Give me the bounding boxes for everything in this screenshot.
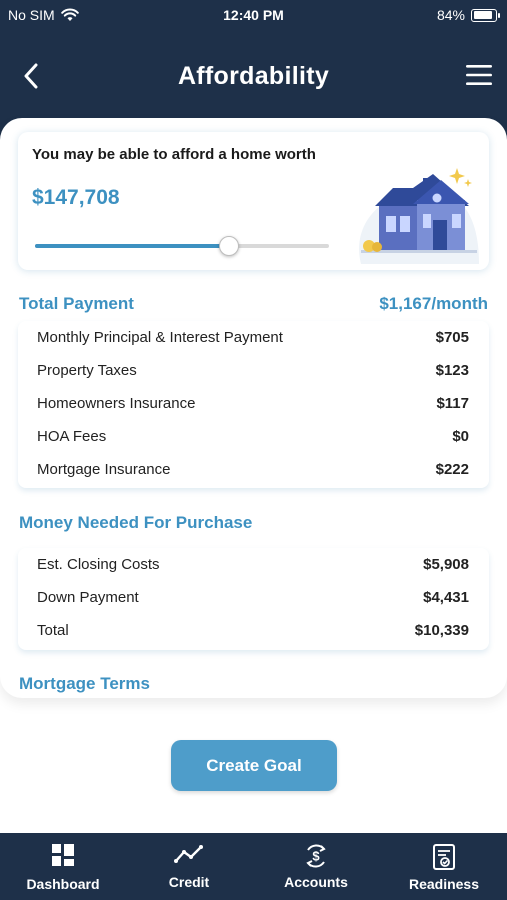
accounts-dollar-icon: $ bbox=[306, 844, 326, 868]
row-label: Homeowners Insurance bbox=[37, 395, 196, 412]
page-title: Affordability bbox=[177, 62, 330, 90]
money-needed-card: Est. Closing Costs $5,908 Down Payment $… bbox=[18, 548, 489, 650]
row-value: $5,908 bbox=[423, 556, 469, 573]
row-value: $123 bbox=[435, 362, 469, 379]
svg-text:$: $ bbox=[312, 849, 320, 864]
row-value: $117 bbox=[436, 395, 469, 412]
dashboard-icon bbox=[52, 844, 74, 866]
mortgage-terms-title: Mortgage Terms bbox=[19, 674, 150, 693]
table-row: Mortgage Insurance $222 bbox=[18, 454, 489, 487]
price-slider[interactable] bbox=[35, 236, 329, 256]
afford-amount: $147,708 bbox=[32, 186, 120, 209]
total-payment-value: $1,167/month bbox=[379, 294, 488, 313]
status-bar: No SIM 12:40 PM 84% bbox=[0, 0, 507, 30]
navigation-bar: Affordability bbox=[0, 50, 507, 102]
afford-label: You may be able to afford a home worth bbox=[32, 146, 316, 163]
tab-label: Accounts bbox=[284, 874, 348, 890]
readiness-document-icon bbox=[433, 844, 455, 870]
row-value: $222 bbox=[435, 461, 469, 478]
table-row: Homeowners Insurance $117 bbox=[18, 388, 489, 421]
row-label: Monthly Principal & Interest Payment bbox=[37, 329, 283, 346]
tab-label: Dashboard bbox=[26, 876, 100, 892]
row-label: Total bbox=[37, 622, 69, 639]
trend-line-icon bbox=[174, 845, 203, 863]
row-value: $4,431 bbox=[423, 589, 469, 606]
table-row: Monthly Principal & Interest Payment $70… bbox=[18, 322, 489, 355]
affordability-sheet: You may be able to afford a home worth $… bbox=[0, 118, 507, 698]
create-goal-button[interactable]: Create Goal bbox=[171, 740, 337, 791]
table-row: Est. Closing Costs $5,908 bbox=[18, 549, 489, 582]
table-row: HOA Fees $0 bbox=[18, 421, 489, 454]
slider-thumb[interactable] bbox=[219, 236, 240, 256]
bottom-tab-bar: Dashboard Credit $ Accounts Readiness bbox=[0, 833, 507, 900]
table-row: Down Payment $4,431 bbox=[18, 582, 489, 615]
row-label: Mortgage Insurance bbox=[37, 461, 171, 478]
battery-percent: 84% bbox=[436, 7, 465, 23]
row-label: Est. Closing Costs bbox=[37, 556, 160, 573]
menu-button[interactable] bbox=[463, 60, 495, 90]
clock: 12:40 PM bbox=[223, 7, 284, 23]
row-label: HOA Fees bbox=[37, 428, 107, 445]
slider-fill bbox=[35, 244, 230, 248]
money-needed-title: Money Needed For Purchase bbox=[19, 513, 253, 532]
tab-accounts[interactable]: $ Accounts bbox=[253, 833, 379, 900]
table-row: Total $10,339 bbox=[18, 615, 489, 648]
total-payment-title: Total Payment bbox=[19, 294, 134, 313]
row-value: $705 bbox=[435, 329, 469, 346]
battery-icon bbox=[471, 8, 500, 22]
tab-label: Readiness bbox=[408, 876, 480, 892]
row-label: Down Payment bbox=[37, 589, 139, 606]
row-value: $0 bbox=[452, 428, 469, 445]
row-value: $10,339 bbox=[414, 622, 469, 639]
tab-credit[interactable]: Credit bbox=[126, 833, 252, 900]
hamburger-menu-icon bbox=[466, 65, 492, 85]
tab-label: Credit bbox=[168, 874, 210, 890]
tab-dashboard[interactable]: Dashboard bbox=[0, 833, 126, 900]
total-payment-card: Monthly Principal & Interest Payment $70… bbox=[18, 321, 489, 488]
affordability-card: You may be able to afford a home worth $… bbox=[18, 132, 489, 270]
row-label: Property Taxes bbox=[37, 362, 137, 379]
tab-readiness[interactable]: Readiness bbox=[381, 833, 507, 900]
table-row: Property Taxes $123 bbox=[18, 355, 489, 388]
house-illustration bbox=[359, 168, 479, 264]
